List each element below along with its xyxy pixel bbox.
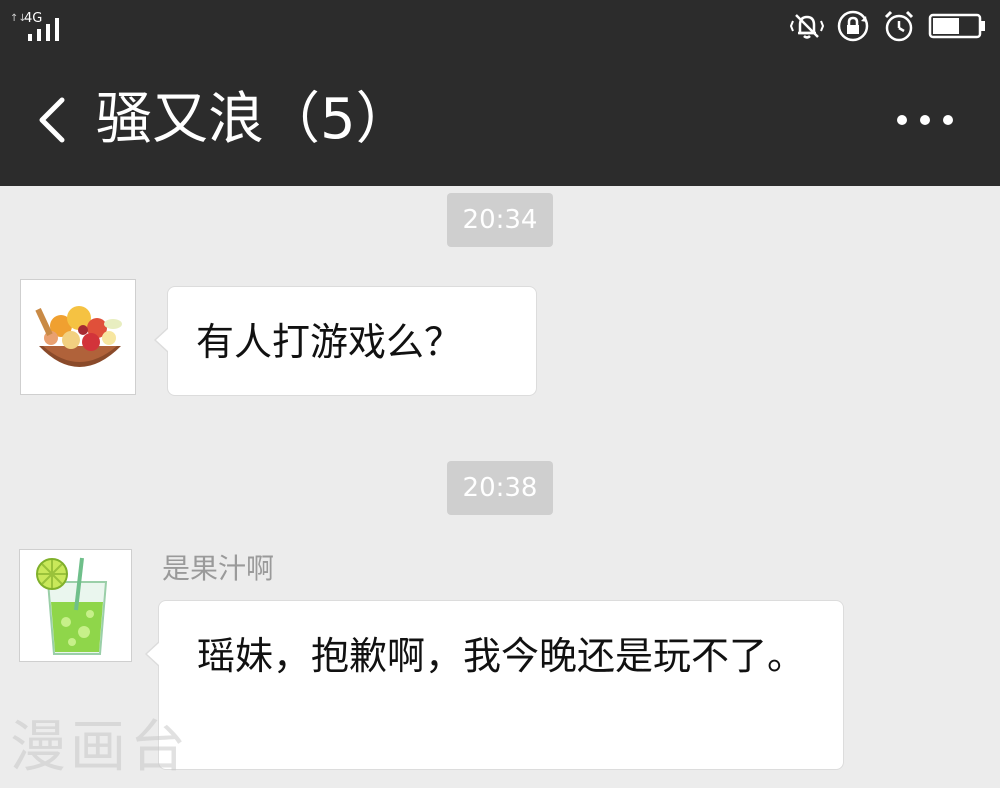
message-text: 有人打游戏么？ — [196, 320, 463, 364]
more-dots-icon — [897, 115, 953, 125]
timestamp-badge: 20:34 — [447, 193, 553, 247]
back-button[interactable] — [28, 82, 78, 158]
fruit-basket-avatar — [21, 280, 135, 394]
watermark: 漫画台 — [10, 715, 190, 780]
lime-juice-avatar — [20, 550, 131, 661]
battery-icon — [928, 13, 985, 39]
message-text: 瑶妹，抱歉啊，我今晚还是玩不了。 — [197, 634, 806, 678]
network-type-label: 4G — [24, 11, 42, 26]
more-button[interactable] — [890, 94, 960, 146]
signal-indicator: ↑↓ 4G — [10, 10, 70, 42]
sender-name: 是果汁啊 — [162, 552, 275, 585]
sender-avatar[interactable] — [20, 279, 136, 395]
timestamp-badge: 20:38 — [447, 461, 553, 515]
chevron-left-icon — [39, 97, 65, 143]
signal-icon: ↑↓ 4G — [10, 11, 59, 41]
vibrate-mute-icon — [790, 14, 824, 39]
message-bubble[interactable]: 瑶妹，抱歉啊，我今晚还是玩不了。 — [145, 600, 844, 770]
sender-avatar[interactable] — [19, 549, 132, 662]
message-bubble[interactable]: 有人打游戏么？ — [154, 286, 537, 396]
status-bar: ↑↓ 4G — [0, 0, 1000, 52]
chat-header: 骚又浪（5） — [0, 60, 1000, 180]
chat-title: 骚又浪（5） — [96, 87, 412, 152]
rotation-lock-icon — [837, 10, 869, 42]
top-bar: ↑↓ 4G 骚又浪（5） — [0, 0, 1000, 186]
alarm-icon — [884, 10, 914, 42]
status-icons — [790, 8, 988, 44]
